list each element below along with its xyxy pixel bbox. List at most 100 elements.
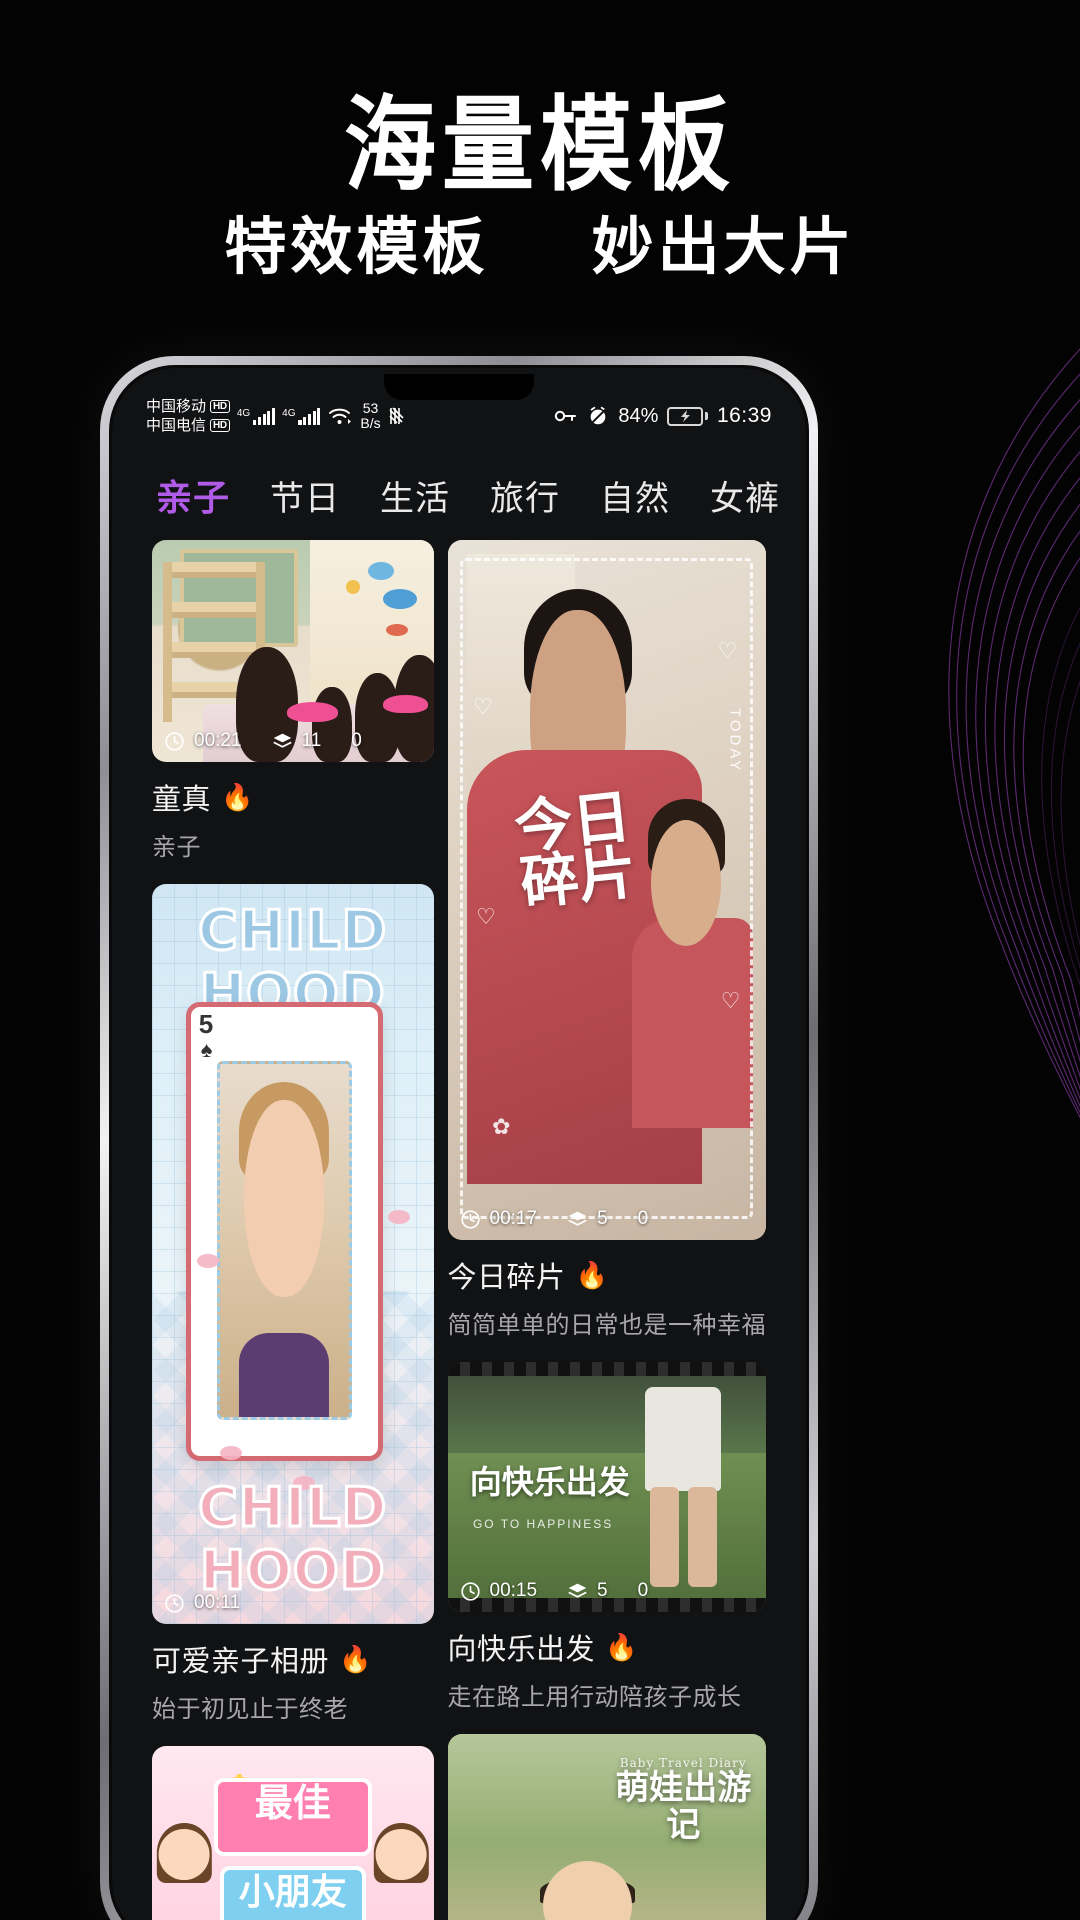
thumbnail-overlay-text: 向快乐出发 [469,1463,630,1501]
template-subtitle: 始于初见止于终老 [152,1696,348,1723]
template-title-row: 童真 🔥 [152,776,434,818]
tab-lvxing[interactable]: 旅行 [490,471,560,520]
template-card[interactable]: CHILD HOOD 5 ♠ CHILD HOOD 00:11 可爱亲子相册 🔥… [152,884,434,1724]
signal-bars-icon-2 [298,407,321,425]
thumbnail-overlay-bottom: CHILD HOOD [197,1474,388,1603]
promo-header: 海量模板 特效模板 妙出大片 [0,0,1080,320]
promo-title: 海量模板 [343,85,736,206]
fire-icon: 🔥 [339,1643,372,1674]
thumbnail-meta: 00:15 5 0 [460,1580,757,1602]
duration-label: 00:11 [194,1592,241,1613]
promo-subtitle-right: 妙出大片 [591,210,856,283]
network-type-2: 4G [282,407,296,419]
template-title: 童真 [152,784,212,816]
promo-subtitle: 特效模板 妙出大片 [0,196,1080,286]
phone-notch [384,374,534,400]
playing-card-frame: 5 ♠ [185,1002,383,1462]
network-speed: 53 B/s [360,401,380,431]
template-thumbnail[interactable]: CHILD HOOD 5 ♠ CHILD HOOD 00:11 [152,884,434,1624]
promo-subtitle-left: 特效模板 [224,210,489,283]
use-count-label: 0 [637,1580,649,1601]
thumbnail-overlay-text: 今日碎片 [511,782,640,918]
template-card[interactable]: Baby Travel Diary 萌娃出游记 [447,1734,766,1920]
carrier-row-1: 中国移动 HD [146,398,230,415]
template-title: 可爱亲子相册 [152,1646,330,1678]
template-card[interactable]: 00:21 11 0 童真 🔥 亲子 [152,540,434,862]
template-title-row: 向快乐出发 🔥 [448,1626,767,1668]
template-subtitle: 简简单单的日常也是一种幸福 [447,1312,766,1339]
template-title-row: 可爱亲子相册 🔥 [152,1638,434,1680]
carrier-1-hd-badge: HD [210,400,230,413]
battery-charging-icon [667,406,708,426]
category-tab-bar[interactable]: 亲子 节日 生活 旅行 自然 女裤 [112,456,806,534]
template-thumbnail[interactable]: ✿ ★ 最佳 小朋友 [152,1746,434,1920]
signal-group-1: 4G [236,407,276,425]
thumbnail-overlay-sub: Baby Travel Diary [619,1756,747,1770]
alarm-muted-icon [591,406,607,425]
use-count-label: 0 [637,1208,649,1229]
tab-nvku[interactable]: 女裤 [710,471,780,520]
layers-icon [568,1583,587,1598]
phone-screen: 中国移动 HD 中国电信 HD 4G 4G 53 B/s 84% 16:39 亲… [112,368,806,1920]
clock-icon [460,1209,480,1229]
battery-percent-label: 84% [618,404,659,427]
thumbnail-overlay-corner: TODAY [726,708,744,774]
template-title-row: 今日碎片 🔥 [448,1254,767,1296]
feed-column-right: ♡ ♡ ♡ ♡ ✿ 今日碎片 TODAY 00:17 5 0 今日碎片 🔥 简简… [447,540,767,1920]
card-number: 5 [198,1009,214,1040]
carrier-row-2: 中国电信 HD [146,417,230,434]
thumbnail-meta: 00:21 11 0 [164,730,424,752]
clock-icon [165,1593,184,1613]
layers-icon [568,1211,587,1226]
clip-count-label: 5 [597,1580,608,1601]
duration-label: 00:15 [489,1580,538,1601]
tab-jieri[interactable]: 节日 [270,471,340,520]
clip-count-label: 11 [301,730,322,751]
template-title: 向快乐出发 [447,1634,596,1666]
carrier-2-hd-badge: HD [210,419,230,432]
network-speed-unit: B/s [360,415,381,431]
carrier-2-label: 中国电信 [146,417,207,434]
fire-icon: 🔥 [605,1631,638,1662]
status-bar-clock: 16:39 [716,404,772,427]
network-type-1: 4G [236,407,251,419]
duration-label: 00:21 [194,730,242,751]
phone-mockup: 中国移动 HD 中国电信 HD 4G 4G 53 B/s 84% 16:39 亲… [100,356,818,1920]
template-subtitle: 走在路上用行动陪孩子成长 [447,1684,742,1711]
network-speed-value: 53 [362,400,379,416]
clock-icon [460,1581,480,1601]
thumbnail-meta: 00:11 [164,1592,424,1614]
template-title: 今日碎片 [447,1262,566,1294]
fire-icon: 🔥 [575,1259,609,1290]
tab-ziran[interactable]: 自然 [600,471,670,520]
clock-icon [165,731,184,751]
carrier-stack: 中国移动 HD 中国电信 HD [146,398,230,434]
template-thumbnail[interactable]: ♡ ♡ ♡ ♡ ✿ 今日碎片 TODAY 00:17 5 0 [447,540,766,1240]
fire-icon: 🔥 [221,781,254,812]
template-thumbnail[interactable]: 向快乐出发 GO TO HAPPINESS 00:15 5 0 [447,1362,766,1612]
status-bar-left: 中国移动 HD 中国电信 HD 4G 4G 53 B/s [146,398,412,434]
thumbnail-meta: 00:17 5 0 [460,1208,757,1230]
duration-label: 00:17 [489,1208,538,1229]
tab-shenghuo[interactable]: 生活 [380,471,450,520]
template-card[interactable]: ✿ ★ 最佳 小朋友 [152,1746,434,1920]
card-suit-icon: ♠ [200,1037,213,1063]
template-card[interactable]: 向快乐出发 GO TO HAPPINESS 00:15 5 0 向快乐出发 🔥 … [447,1362,767,1712]
signal-bars-icon-1 [253,407,276,425]
data-saver-icon [389,407,404,424]
key-icon [555,410,577,422]
tab-qinzi[interactable]: 亲子 [156,469,230,521]
phone-bezel: 中国移动 HD 中国电信 HD 4G 4G 53 B/s 84% 16:39 亲… [109,365,809,1920]
template-subtitle: 亲子 [152,834,201,861]
signal-group-2: 4G [282,407,321,425]
template-thumbnail[interactable]: Baby Travel Diary 萌娃出游记 [447,1734,766,1920]
template-thumbnail[interactable]: 00:21 11 0 [152,540,434,762]
template-feed[interactable]: 00:21 11 0 童真 🔥 亲子 CHILD HOOD 5 ♠ CHILD … [112,540,806,1920]
template-card[interactable]: ♡ ♡ ♡ ♡ ✿ 今日碎片 TODAY 00:17 5 0 今日碎片 🔥 简简… [447,540,767,1340]
wifi-icon [329,408,352,424]
use-count-label: 0 [351,730,362,751]
feed-column-left: 00:21 11 0 童真 🔥 亲子 CHILD HOOD 5 ♠ CHILD … [152,540,434,1920]
promo-screenshot: 海量模板 特效模板 妙出大片 中国移动 HD 中国电信 HD 4G 4G 53 … [0,0,1080,1920]
carrier-1-label: 中国移动 [146,398,207,415]
thumbnail-overlay-bottom: 小朋友 [219,1865,366,1920]
